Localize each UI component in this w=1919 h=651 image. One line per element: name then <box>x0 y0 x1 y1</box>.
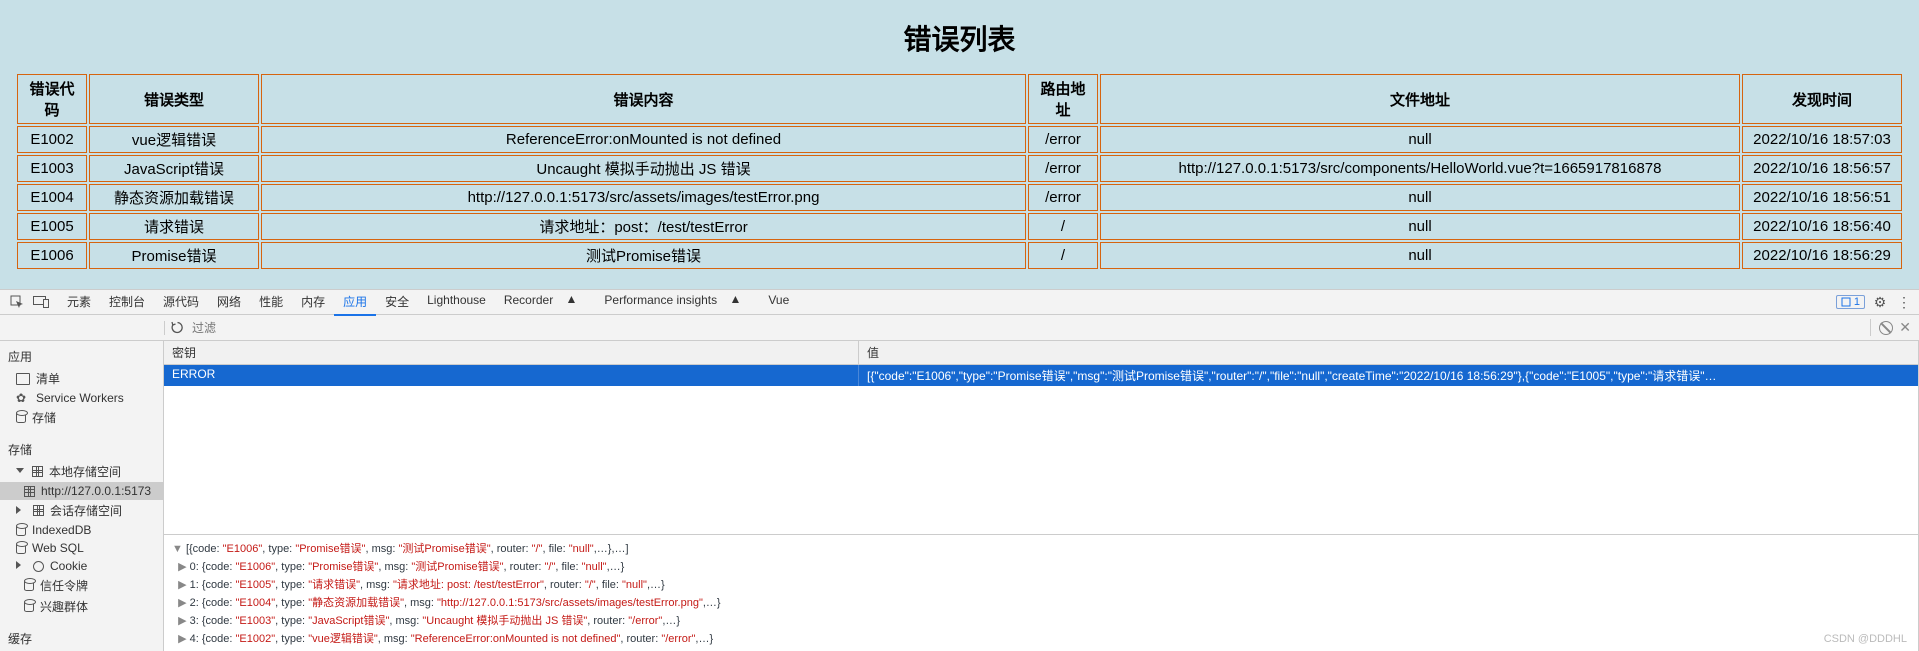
devtools-tab[interactable]: 元素 <box>58 289 100 316</box>
filter-input[interactable] <box>192 321 1864 335</box>
value-preview: ▼ [{code: "E1006", type: "Promise错误", ms… <box>164 534 1918 651</box>
th-4: 文件地址 <box>1100 74 1740 124</box>
table-row: E1003JavaScript错误Uncaught 模拟手动抛出 JS 错误/e… <box>17 155 1902 182</box>
devtools-tab[interactable]: 源代码 <box>154 289 208 316</box>
devtools-tab[interactable]: 内存 <box>292 289 334 316</box>
device-toggle-icon[interactable] <box>30 291 52 313</box>
kv-value: [{"code":"E1006","type":"Promise错误","msg… <box>859 365 1918 386</box>
devtools-tab[interactable]: 网络 <box>208 289 250 316</box>
devtools-tab[interactable]: 性能 <box>250 289 292 316</box>
devtools-tab[interactable]: 应用 <box>334 289 376 316</box>
devtools-tab[interactable]: 控制台 <box>100 289 154 316</box>
devtools-tab[interactable]: Performance insights ▲ <box>595 289 759 316</box>
devtools-tabs: 元素控制台源代码网络性能内存应用安全LighthouseRecorder ▲Pe… <box>58 289 798 316</box>
sidebar-icon <box>16 412 26 423</box>
app-panel: 错误列表 错误代码错误类型错误内容路由地址文件地址发现时间 E1002vue逻辑… <box>0 0 1919 289</box>
th-1: 错误类型 <box>89 74 259 124</box>
db-icon <box>24 580 34 591</box>
table-row: E1002vue逻辑错误ReferenceError:onMounted is … <box>17 126 1902 153</box>
sidebar-icon <box>16 392 30 404</box>
devtools-main: 应用 清单Service Workers存储 存储 本地存储空间 http://… <box>0 341 1919 651</box>
settings-gear-icon[interactable]: ⚙ <box>1871 294 1889 311</box>
sidebar-item[interactable]: 兴趣群体 <box>0 596 163 617</box>
th-5: 发现时间 <box>1742 74 1902 124</box>
origin-icon <box>24 486 35 497</box>
issues-badge[interactable]: 1 <box>1836 295 1865 309</box>
devtools-tab[interactable]: Vue <box>759 289 798 316</box>
db-icon <box>16 525 26 536</box>
sidebar-item-local-origin[interactable]: http://127.0.0.1:5173 <box>0 482 163 500</box>
th-0: 错误代码 <box>17 74 87 124</box>
devtools-tab[interactable]: 安全 <box>376 289 418 316</box>
kv-header-key: 密钥 <box>164 341 859 364</box>
sidebar-item-local[interactable]: 本地存储空间 <box>0 461 163 482</box>
clear-icon[interactable] <box>1879 321 1893 335</box>
table-row: E1006Promise错误测试Promise错误/null2022/10/16… <box>17 242 1902 269</box>
watermark: CSDN @DDDHL <box>1824 633 1907 645</box>
kv-header: 密钥 值 <box>164 341 1918 365</box>
sidebar-item[interactable]: IndexedDB <box>0 521 163 539</box>
sidebar-item[interactable]: 清单 <box>0 368 163 389</box>
preview-line[interactable]: ▼ [{code: "E1006", type: "Promise错误", ms… <box>172 539 1910 557</box>
table-row: E1005请求错误请求地址：post：/test/testError/null2… <box>17 213 1902 240</box>
sidebar-icon <box>16 373 30 385</box>
sidebar-item[interactable]: 信任令牌 <box>0 575 163 596</box>
devtools-tab[interactable]: Lighthouse <box>418 289 495 316</box>
error-table: 错误代码错误类型错误内容路由地址文件地址发现时间 E1002vue逻辑错误Ref… <box>15 72 1904 271</box>
preview-line[interactable]: ▶ 3: {code: "E1003", type: "JavaScript错误… <box>172 611 1910 629</box>
sidebar-heading-store: 存储 <box>0 438 163 461</box>
devtools-tab[interactable]: Recorder ▲ <box>495 289 596 316</box>
sidebar-item-session[interactable]: 会话存储空间 <box>0 500 163 521</box>
session-storage-icon <box>33 505 44 516</box>
kv-key: ERROR <box>164 365 859 386</box>
th-2: 错误内容 <box>261 74 1026 124</box>
sidebar: 应用 清单Service Workers存储 存储 本地存储空间 http://… <box>0 341 164 651</box>
table-row: E1004静态资源加载错误http://127.0.0.1:5173/src/a… <box>17 184 1902 211</box>
close-icon[interactable]: ✕ <box>1899 319 1911 336</box>
kebab-menu-icon[interactable]: ⋮ <box>1895 294 1913 311</box>
preview-line[interactable]: ▶ 2: {code: "E1004", type: "静态资源加载错误", m… <box>172 593 1910 611</box>
sidebar-heading-app: 应用 <box>0 345 163 368</box>
inspect-icon[interactable] <box>6 291 28 313</box>
sidebar-item-cookie[interactable]: Cookie <box>0 557 163 575</box>
sidebar-item[interactable]: 存储 <box>0 407 163 428</box>
local-storage-icon <box>32 466 43 477</box>
storage-table: 密钥 值 ERROR [{"code":"E1006","type":"Prom… <box>164 341 1919 651</box>
db-icon <box>16 543 26 554</box>
sidebar-item[interactable]: Service Workers <box>0 389 163 407</box>
refresh-icon[interactable] <box>171 321 184 334</box>
filter-bar: ✕ <box>0 315 1919 341</box>
cookie-icon <box>33 561 44 572</box>
page-title: 错误列表 <box>15 18 1904 58</box>
kv-row-selected[interactable]: ERROR [{"code":"E1006","type":"Promise错误… <box>164 365 1918 386</box>
th-3: 路由地址 <box>1028 74 1098 124</box>
devtools-tab-bar: 元素控制台源代码网络性能内存应用安全LighthouseRecorder ▲Pe… <box>0 289 1919 315</box>
sidebar-heading-cache: 缓存 <box>0 627 163 650</box>
preview-line[interactable]: ▶ 1: {code: "E1005", type: "请求错误", msg: … <box>172 575 1910 593</box>
preview-line[interactable]: ▶ 4: {code: "E1002", type: "vue逻辑错误", ms… <box>172 629 1910 647</box>
db-icon <box>24 601 34 612</box>
sidebar-item[interactable]: Web SQL <box>0 539 163 557</box>
kv-header-value: 值 <box>859 341 1918 364</box>
preview-line[interactable]: ▶ 0: {code: "E1006", type: "Promise错误", … <box>172 557 1910 575</box>
